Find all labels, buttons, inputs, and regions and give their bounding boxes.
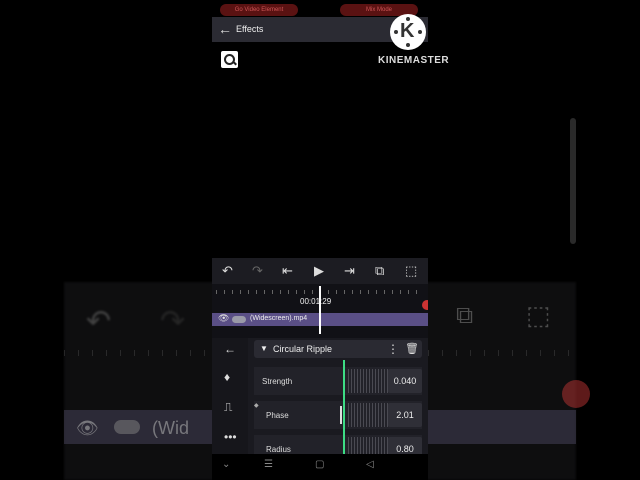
- param-label: Radius: [266, 445, 291, 454]
- page-title: Effects: [236, 24, 264, 34]
- phase-marker: [340, 406, 342, 424]
- crop-icon[interactable]: ⬚: [405, 263, 417, 279]
- play-icon[interactable]: ▶: [314, 263, 324, 279]
- skip-start-icon[interactable]: ⇤: [282, 263, 293, 279]
- ghost-red-dot: [562, 380, 590, 408]
- nav-back-icon[interactable]: ◁: [366, 459, 374, 470]
- param-label: Phase: [266, 411, 289, 420]
- effect-name: Circular Ripple: [273, 344, 333, 354]
- ghost-clip-text: (Wid: [152, 418, 189, 438]
- timecode: 00:01:29: [300, 297, 332, 306]
- zoom-button[interactable]: [221, 51, 238, 68]
- param-row-strength[interactable]: Strength 0.040: [254, 367, 422, 395]
- undo-icon[interactable]: ↶: [222, 263, 233, 279]
- keyframe-dot-icon: ◆: [254, 403, 259, 409]
- side-scrollbar: [570, 118, 576, 244]
- logo-dot: [406, 17, 410, 21]
- param-value[interactable]: 2.01: [388, 403, 422, 427]
- panel-back-icon[interactable]: ←: [224, 342, 236, 356]
- back-arrow-icon[interactable]: ←: [218, 21, 232, 37]
- collapse-caret-icon[interactable]: ▼: [260, 344, 268, 353]
- record-dot[interactable]: [422, 300, 428, 310]
- ghost-pill: [114, 420, 140, 434]
- logo-dot: [406, 43, 410, 47]
- kinemaster-wordmark: KINEMASTER: [378, 55, 450, 66]
- playhead[interactable]: [319, 286, 321, 334]
- param-row-phase[interactable]: Phase 2.01: [254, 401, 422, 429]
- param-label: Strength: [262, 377, 293, 386]
- nav-hide-icon[interactable]: ⌄: [222, 459, 230, 470]
- logo-letter: K: [400, 20, 415, 42]
- playback-toolbar: ↶ ↷ ⇤ ▶ ⇥ ⧉ ⬚: [212, 258, 428, 284]
- eye-icon[interactable]: 👁: [218, 313, 229, 324]
- panel-sidebar: ← ♦ ⎍ •••: [212, 338, 248, 454]
- kebab-menu-icon[interactable]: ⋮: [387, 342, 399, 356]
- keyframe-icon[interactable]: ♦: [224, 370, 230, 384]
- logo-dot: [394, 30, 398, 34]
- kinemaster-logo: K: [390, 14, 426, 50]
- more-icon[interactable]: •••: [224, 430, 237, 444]
- nav-home-icon[interactable]: ▢: [315, 459, 324, 470]
- curve-icon[interactable]: ⎍: [224, 400, 232, 415]
- mute-toggle[interactable]: [232, 316, 246, 323]
- ghost-crop-icon: ⬚: [526, 300, 551, 330]
- phone-screen: Go Video Element Mix Mode ← Effects ↶ ↷ …: [212, 0, 428, 480]
- layers-icon[interactable]: ⧉: [375, 263, 384, 279]
- top-pill-left[interactable]: Go Video Element: [220, 4, 298, 16]
- skip-end-icon[interactable]: ⇥: [344, 263, 355, 279]
- ghost-redo-icon: ↷: [160, 305, 186, 338]
- ghost-undo-icon: ↶: [86, 305, 112, 338]
- trash-icon[interactable]: 🗑: [405, 342, 419, 355]
- clip-name: (Widescreen).mp4: [250, 315, 308, 322]
- current-position-line: [343, 360, 345, 454]
- redo-icon[interactable]: ↷: [252, 263, 263, 279]
- ghost-layers-icon: ⧉: [456, 302, 474, 329]
- logo-dot: [418, 30, 422, 34]
- param-value[interactable]: 0.040: [388, 369, 422, 393]
- nav-recents-icon[interactable]: ☰: [264, 459, 273, 470]
- magnifier-handle: [232, 60, 237, 66]
- ghost-eye-icon: 👁: [76, 418, 99, 438]
